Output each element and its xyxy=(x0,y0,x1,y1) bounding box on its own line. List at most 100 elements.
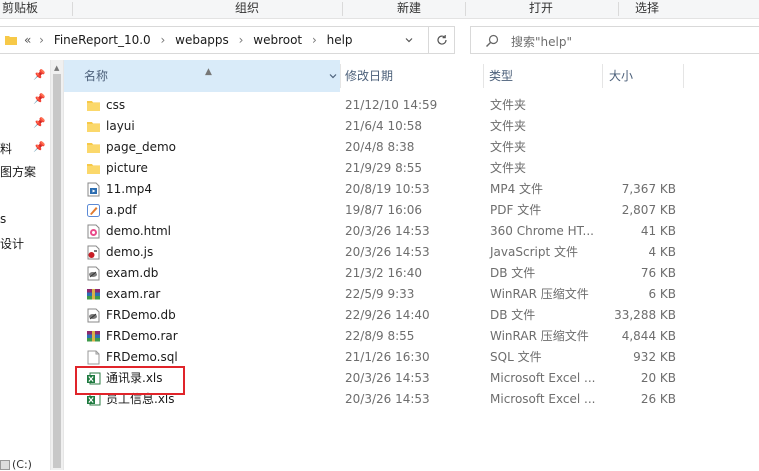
file-row[interactable]: FRDemo.db 22/9/26 14:40 DB 文件 33,288 KB xyxy=(64,305,759,326)
chevron-right-icon[interactable]: › xyxy=(239,33,244,47)
file-size: 33,288 KB xyxy=(614,308,676,322)
pin-icon[interactable]: 📌 xyxy=(33,142,45,153)
file-date: 20/4/8 8:38 xyxy=(345,140,415,154)
file-date: 20/3/26 14:53 xyxy=(345,245,430,259)
file-row[interactable]: demo.html 20/3/26 14:53 360 Chrome HT...… xyxy=(64,221,759,242)
file-type: 文件夹 xyxy=(490,161,527,175)
file-size: 7,367 KB xyxy=(621,182,676,196)
video-file-icon xyxy=(87,182,100,197)
file-date: 22/9/26 14:40 xyxy=(345,308,430,322)
nav-item[interactable]: 图方案 xyxy=(0,163,36,180)
breadcrumb-item-help[interactable]: help xyxy=(327,33,353,47)
scroll-up-arrow-icon[interactable]: ▲ xyxy=(54,64,59,72)
breadcrumb: « › FineReport_10.0 › webapps › webroot … xyxy=(24,33,353,47)
column-header-type[interactable]: 类型 xyxy=(489,60,599,92)
ribbon-group-select: 选择 xyxy=(635,1,660,15)
file-name: 11.mp4 xyxy=(106,182,153,196)
column-header-date[interactable]: 修改日期 xyxy=(345,60,485,92)
pin-icon[interactable]: 📌 xyxy=(33,94,45,105)
nav-item[interactable]: s xyxy=(0,212,6,226)
drive-item[interactable]: (C:) xyxy=(0,458,32,471)
file-name: picture xyxy=(106,161,148,175)
file-row[interactable]: a.pdf 19/8/7 16:06 PDF 文件 2,807 KB xyxy=(64,200,759,221)
highlight-box xyxy=(75,366,185,395)
refresh-icon xyxy=(436,35,447,45)
file-row[interactable]: page_demo 20/4/8 8:38 文件夹 xyxy=(64,137,759,158)
file-size: 76 KB xyxy=(640,266,676,280)
file-type: 文件夹 xyxy=(490,140,527,154)
search-placeholder: 搜索"help" xyxy=(511,35,572,49)
file-name: exam.db xyxy=(106,266,159,280)
ribbon-group-bar: 剪贴板 组织 新建 打开 选择 xyxy=(0,0,759,19)
file-date: 21/9/29 8:55 xyxy=(345,161,423,175)
file-row[interactable]: FRDemo.rar 22/8/9 8:55 WinRAR 压缩文件 4,844… xyxy=(64,326,759,347)
column-separator[interactable] xyxy=(683,64,684,88)
sql-file-icon xyxy=(87,350,100,365)
nav-item[interactable]: 料 xyxy=(0,140,12,157)
file-type: Microsoft Excel ... xyxy=(490,371,596,385)
file-row[interactable]: exam.rar 22/5/9 9:33 WinRAR 压缩文件 6 KB xyxy=(64,284,759,305)
file-date: 20/3/26 14:53 xyxy=(345,371,430,385)
folder-icon xyxy=(87,143,100,153)
pin-icon[interactable]: 📌 xyxy=(33,118,45,129)
file-name: css xyxy=(106,98,126,112)
file-type: WinRAR 压缩文件 xyxy=(490,287,589,301)
nav-scrollbar[interactable]: ▲ xyxy=(50,60,64,470)
file-date: 21/1/26 16:30 xyxy=(345,350,430,364)
file-size xyxy=(604,116,676,137)
file-size: 6 KB xyxy=(648,287,676,301)
file-row[interactable]: picture 21/9/29 8:55 文件夹 xyxy=(64,158,759,179)
drive-label: (C:) xyxy=(12,458,32,471)
chevron-down-icon[interactable] xyxy=(405,36,413,44)
ribbon-separator xyxy=(342,2,343,16)
ribbon-group-organize: 组织 xyxy=(235,1,260,15)
file-row[interactable]: exam.db 21/3/2 16:40 DB 文件 76 KB xyxy=(64,263,759,284)
sort-ascending-icon: ▲ xyxy=(205,67,212,77)
column-header-size[interactable]: 大小 xyxy=(609,60,679,92)
file-date: 20/3/26 14:53 xyxy=(345,224,430,238)
search-input[interactable]: 搜索"help" xyxy=(470,26,759,54)
file-date: 21/3/2 16:40 xyxy=(345,266,423,280)
file-row[interactable]: css 21/12/10 14:59 文件夹 xyxy=(64,95,759,116)
breadcrumb-item-finereport[interactable]: FineReport_10.0 xyxy=(54,33,151,47)
file-row[interactable]: demo.js 20/3/26 14:53 JavaScript 文件 4 KB xyxy=(64,242,759,263)
file-name: layui xyxy=(106,119,135,133)
chevron-right-icon[interactable]: › xyxy=(312,33,317,47)
ribbon-separator xyxy=(465,2,466,16)
breadcrumb-overflow[interactable]: « xyxy=(24,33,31,47)
file-name: FRDemo.db xyxy=(106,308,176,322)
refresh-button[interactable] xyxy=(428,26,455,54)
file-date: 22/5/9 9:33 xyxy=(345,287,415,301)
nav-item[interactable]: 设计 xyxy=(0,235,24,252)
file-size xyxy=(604,95,676,116)
file-row[interactable]: layui 21/6/4 10:58 文件夹 xyxy=(64,116,759,137)
column-header-name[interactable]: ▲ 名称 xyxy=(64,60,340,92)
column-separator[interactable] xyxy=(483,64,484,88)
chevron-down-icon[interactable] xyxy=(329,72,337,80)
column-separator[interactable] xyxy=(602,64,603,88)
breadcrumb-item-webapps[interactable]: webapps xyxy=(175,33,229,47)
file-type: DB 文件 xyxy=(490,266,536,280)
file-date: 19/8/7 16:06 xyxy=(345,203,423,217)
file-name: a.pdf xyxy=(106,203,137,217)
ribbon-group-clipboard: 剪贴板 xyxy=(2,1,39,15)
file-size: 2,807 KB xyxy=(621,203,676,217)
file-row[interactable]: FRDemo.sql 21/1/26 16:30 SQL 文件 932 KB xyxy=(64,347,759,368)
address-bar[interactable]: « › FineReport_10.0 › webapps › webroot … xyxy=(0,26,455,54)
scrollbar-thumb[interactable] xyxy=(53,74,61,468)
column-separator[interactable] xyxy=(340,64,341,88)
column-header-date-label: 修改日期 xyxy=(345,69,394,83)
folder-icon xyxy=(87,164,100,174)
column-header: ▲ 名称 修改日期 类型 大小 xyxy=(64,60,759,92)
script-file-icon xyxy=(87,245,100,260)
column-header-type-label: 类型 xyxy=(489,69,514,83)
file-name: demo.js xyxy=(106,245,154,259)
pin-icon[interactable]: 📌 xyxy=(33,70,45,81)
file-row[interactable]: 11.mp4 20/8/19 10:53 MP4 文件 7,367 KB xyxy=(64,179,759,200)
file-type: JavaScript 文件 xyxy=(490,245,578,259)
chevron-right-icon[interactable]: › xyxy=(161,33,166,47)
file-size xyxy=(604,137,676,158)
breadcrumb-item-webroot[interactable]: webroot xyxy=(253,33,302,47)
search-icon xyxy=(486,34,499,47)
browser-file-icon xyxy=(87,224,100,239)
